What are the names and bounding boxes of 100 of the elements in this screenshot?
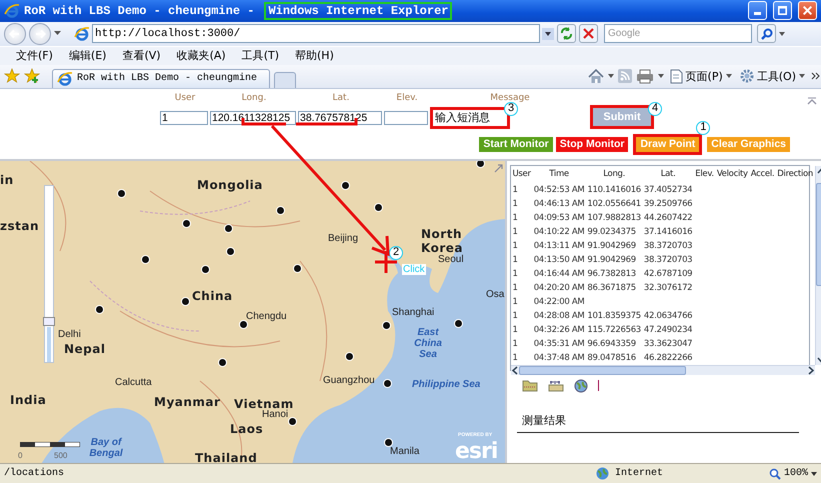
table-cell-text: 04:13:11 AM xyxy=(532,240,586,253)
dropdown-caret-icon[interactable] xyxy=(608,74,614,78)
input-field[interactable]: 1 xyxy=(160,110,208,125)
table-cell-text: 102.0556641 xyxy=(586,198,642,211)
ruler-icon[interactable] xyxy=(548,379,564,392)
back-arrow-icon xyxy=(9,28,21,40)
input-field[interactable] xyxy=(384,110,428,125)
close-button[interactable] xyxy=(798,1,817,20)
stop-button[interactable] xyxy=(579,24,598,44)
dropdown-caret-icon[interactable] xyxy=(542,28,554,40)
back-button[interactable] xyxy=(4,22,26,45)
input-field[interactable]: 输入短消息 xyxy=(430,106,510,129)
dropdown-caret-icon[interactable] xyxy=(658,74,664,78)
column-header: User xyxy=(512,168,532,181)
place-label: Shanghai xyxy=(392,306,434,318)
horizontal-scrollbar[interactable] xyxy=(511,364,814,375)
search-button[interactable] xyxy=(757,24,776,44)
globe-icon xyxy=(596,467,609,480)
ie-logo-icon xyxy=(57,70,73,87)
menu-item[interactable]: 工具(T) xyxy=(236,47,285,64)
collapse-icon[interactable] xyxy=(807,96,817,105)
table-cell-text: 107.9882813 xyxy=(586,212,642,225)
command-menu-button[interactable]: 工具(O) xyxy=(738,68,807,84)
table-cell-text: 1 xyxy=(512,184,519,197)
gear-icon xyxy=(740,69,754,84)
command-menu-button[interactable]: 页面(P) xyxy=(668,68,734,84)
action-button[interactable]: Stop Monitor xyxy=(556,136,628,152)
globe-icon[interactable] xyxy=(574,378,588,393)
map-view[interactable] xyxy=(0,160,505,464)
table-cell-text: 1 xyxy=(512,212,519,225)
scale-label: 500 xyxy=(54,450,68,460)
place-label: China xyxy=(192,288,233,303)
column-header: Time xyxy=(548,168,570,181)
close-icon xyxy=(803,6,812,16)
table-cell-text: 32.3076172 xyxy=(642,282,694,295)
measurement-title: 测量结果 xyxy=(522,412,567,428)
table-cell-text: 04:46:13 AM xyxy=(532,198,586,211)
place-label: India xyxy=(10,392,46,407)
place-label: Hanoi xyxy=(262,408,288,420)
table-cell-text: 38.3720703 xyxy=(642,254,694,267)
scroll-right-icon xyxy=(806,366,814,375)
column-header: Long. xyxy=(602,168,626,181)
menu-item[interactable]: 编辑(E) xyxy=(62,47,112,64)
zoom-slider[interactable] xyxy=(44,184,54,363)
place-label: Chengdu xyxy=(246,310,287,322)
table-cell-text: 04:09:53 AM xyxy=(532,212,586,225)
printer-icon[interactable] xyxy=(636,68,654,84)
search-field[interactable]: Google xyxy=(604,24,752,44)
annotation-number: 4 xyxy=(648,102,662,116)
security-zone-text: Internet xyxy=(614,468,663,480)
table-cell-text: 42.6787109 xyxy=(642,268,694,281)
place-label: North Korea xyxy=(421,226,464,255)
zoom-icon[interactable] xyxy=(768,468,781,480)
place-label: Osa xyxy=(486,288,504,300)
column-header: Accel. xyxy=(750,168,776,181)
sea-label: Philippine Sea xyxy=(412,378,480,390)
field-label: User xyxy=(174,92,196,105)
dropdown-caret-icon[interactable] xyxy=(54,31,61,36)
table-cell-text: 04:20:20 AM xyxy=(532,282,586,295)
browser-tab[interactable]: RoR with LBS Demo - cheungmine xyxy=(52,68,270,88)
table-cell-text: 47.2490234 xyxy=(642,324,694,337)
minimize-button[interactable] xyxy=(748,1,767,20)
table-cell-text: 1 xyxy=(512,338,519,351)
table-cell-text: 04:16:44 AM xyxy=(532,268,586,281)
dropdown-caret-icon[interactable] xyxy=(811,472,817,476)
status-text: /locations xyxy=(4,468,64,480)
place-label: Laos xyxy=(230,422,264,436)
menu-item[interactable]: 文件(F) xyxy=(10,47,59,64)
column-header: Velocity xyxy=(716,168,749,181)
favorites-star-icon[interactable] xyxy=(4,68,20,84)
table-cell-text: 1 xyxy=(512,282,519,295)
table-cell-text: 04:35:31 AM xyxy=(532,338,586,351)
table-cell-text: 38.3720703 xyxy=(642,240,694,253)
menu-item[interactable]: 帮助(H) xyxy=(289,47,340,64)
table-cell-text: 44.2607422 xyxy=(642,212,694,225)
add-favorite-icon[interactable] xyxy=(24,68,40,84)
table-cell-text: 89.0478516 xyxy=(586,352,637,365)
address-field[interactable]: http://localhost:3000/ xyxy=(92,24,540,44)
dropdown-caret-icon[interactable] xyxy=(779,32,785,36)
dropdown-caret-icon xyxy=(799,74,805,78)
zoom-slider-thumb[interactable] xyxy=(43,317,55,326)
table-cell-text: 1 xyxy=(512,198,519,211)
chevron-icon[interactable] xyxy=(811,72,821,80)
menu-item[interactable]: 查看(V) xyxy=(116,47,167,64)
table-cell-text: 1 xyxy=(512,226,519,239)
ie-logo-icon xyxy=(4,2,20,19)
table-cell-text: 1 xyxy=(512,352,519,365)
home-icon[interactable] xyxy=(588,68,604,84)
place-label: zstan xyxy=(0,218,40,233)
field-label: Lat. xyxy=(332,92,350,105)
menu-item[interactable]: 收藏夹(A) xyxy=(170,47,232,64)
expand-icon[interactable] xyxy=(494,164,503,173)
place-label: Myanmar xyxy=(154,394,220,409)
ruler-folder-icon[interactable] xyxy=(522,379,538,392)
column-header: Direction xyxy=(776,168,814,181)
window-title: RoR with LBS Demo - cheungmine - xyxy=(24,4,254,18)
input-field[interactable]: 120.1611328125 xyxy=(210,110,296,125)
place-label: Thailand xyxy=(195,450,258,464)
place-label: Mongolia xyxy=(197,178,263,192)
maximize-button[interactable] xyxy=(773,1,792,20)
